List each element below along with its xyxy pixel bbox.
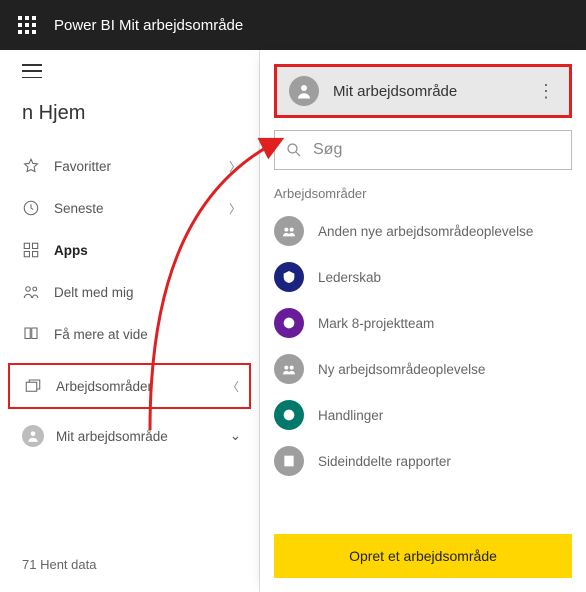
list-item-label: Mark 8-projektteam	[318, 316, 434, 331]
book-icon	[22, 325, 40, 343]
list-item-label: Ny arbejdsområdeoplevelse	[318, 362, 485, 377]
list-item-label: Anden nye arbejdsområdeoplevelse	[318, 224, 533, 239]
list-item[interactable]: Ny arbejdsområdeoplevelse	[274, 349, 572, 389]
search-input-wrap[interactable]	[274, 130, 572, 170]
workspace-icon	[274, 400, 304, 430]
top-bar: Power BI Mit arbejdsområde	[0, 0, 586, 50]
list-item-label: Handlinger	[318, 408, 383, 423]
list-item-label: Lederskab	[318, 270, 381, 285]
apps-icon	[22, 241, 40, 259]
sidebar-item-shared[interactable]: Delt med mig	[0, 271, 259, 313]
list-item[interactable]: Handlinger	[274, 395, 572, 435]
get-data-link[interactable]: 71 Hent data	[22, 557, 96, 572]
workspace-list: Anden nye arbejdsområdeoplevelse Ledersk…	[274, 211, 572, 481]
sidebar-item-recent[interactable]: Seneste 〉	[0, 187, 259, 229]
app-title: Power BI Mit arbejdsområde	[54, 17, 243, 34]
sidebar-item-apps[interactable]: Apps	[0, 229, 259, 271]
sidebar-item-learn[interactable]: Få mere at vide	[0, 313, 259, 355]
star-icon	[22, 157, 40, 175]
workspaces-section-label: Arbejdsområder	[274, 186, 572, 201]
hamburger-icon[interactable]	[22, 64, 42, 78]
clock-icon	[22, 199, 40, 217]
workspace-icon	[274, 308, 304, 338]
workspaces-icon	[24, 377, 42, 395]
sidebar-item-my-workspace[interactable]: Mit arbejdsområde ⌄	[0, 415, 259, 457]
sidebar-item-label: Få mere at vide	[54, 327, 241, 342]
list-item[interactable]: Lederskab	[274, 257, 572, 297]
chevron-right-icon: 〉	[229, 200, 241, 217]
chevron-left-icon: 〈	[227, 378, 239, 395]
sidebar-item-label: Favoritter	[54, 159, 215, 174]
app-launcher-icon[interactable]	[18, 16, 36, 34]
more-icon[interactable]: ⋮	[537, 81, 557, 102]
workspace-icon	[274, 354, 304, 384]
sidebar-item-label: Delt med mig	[54, 285, 241, 300]
sidebar-item-workspaces[interactable]: Arbejdsområder 〈	[10, 365, 249, 407]
search-input[interactable]	[313, 141, 561, 159]
sidebar-item-label: Apps	[54, 243, 241, 258]
sidebar-item-label: Mit arbejdsområde	[56, 429, 168, 444]
workspaces-flyout: Mit arbejdsområde ⋮ Arbejdsområder Anden…	[260, 50, 586, 592]
chevron-down-icon: ⌄	[230, 428, 241, 444]
sidebar-item-label: Arbejdsområder	[56, 379, 152, 394]
current-workspace-header[interactable]: Mit arbejdsområde ⋮	[277, 67, 569, 115]
workspace-icon	[274, 446, 304, 476]
create-workspace-button[interactable]: Opret et arbejdsområde	[274, 534, 572, 578]
list-item-label: Sideinddelte rapporter	[318, 454, 451, 469]
annotation-box-workspaces: Arbejdsområder 〈	[8, 363, 251, 409]
person-icon	[289, 76, 319, 106]
annotation-box-current-workspace: Mit arbejdsområde ⋮	[274, 64, 572, 118]
sidebar-item-favorites[interactable]: Favoritter 〉	[0, 145, 259, 187]
shared-icon	[22, 283, 40, 301]
search-icon	[285, 141, 303, 159]
current-workspace-label: Mit arbejdsområde	[333, 83, 523, 100]
workspace-icon	[274, 262, 304, 292]
list-item[interactable]: Anden nye arbejdsområdeoplevelse	[274, 211, 572, 251]
chevron-right-icon: 〉	[229, 158, 241, 175]
sidebar: n Hjem Favoritter 〉 Seneste 〉 Apps Delt …	[0, 50, 260, 592]
list-item[interactable]: Mark 8-projektteam	[274, 303, 572, 343]
home-heading: n Hjem	[0, 102, 259, 145]
workspace-icon	[274, 216, 304, 246]
list-item[interactable]: Sideinddelte rapporter	[274, 441, 572, 481]
sidebar-item-label: Seneste	[54, 201, 215, 216]
person-icon	[22, 425, 44, 447]
